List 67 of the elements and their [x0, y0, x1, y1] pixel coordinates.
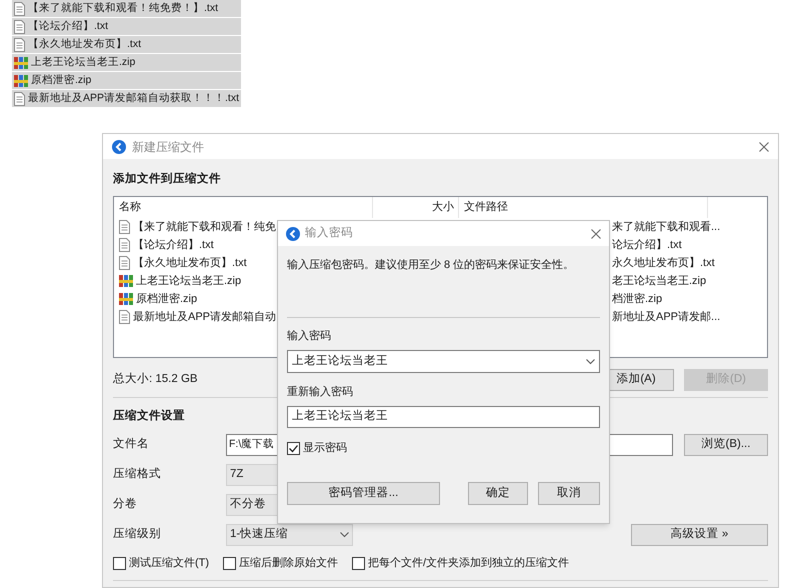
document-icon — [14, 20, 25, 34]
field-label: 重新输入密码 — [287, 384, 354, 400]
total-size: 总大小: 15.2 GB — [113, 372, 199, 388]
column-header[interactable]: 大小 — [372, 197, 458, 218]
document-icon — [119, 238, 130, 252]
file-item[interactable]: 【永久地址发布页】.txt — [12, 36, 242, 53]
checkbox[interactable] — [223, 556, 236, 570]
checkbox[interactable] — [287, 442, 300, 454]
archive-icon — [119, 274, 133, 288]
app-icon — [286, 226, 300, 240]
button[interactable]: 高级设置 » — [631, 524, 768, 546]
field-label: 压缩格式 — [113, 466, 162, 482]
app-icon — [112, 140, 126, 154]
column-header[interactable]: 名称 — [114, 197, 372, 218]
button[interactable]: 密码管理器... — [287, 482, 440, 505]
button[interactable]: 取消 — [538, 482, 600, 505]
file-name: 原档泄密.zip — [136, 292, 198, 307]
field-label: 输入密码 — [287, 328, 332, 344]
close-icon[interactable] — [591, 228, 601, 238]
archive-icon — [119, 292, 133, 306]
file-path: 论坛介绍】.txt — [612, 238, 682, 253]
archive-icon — [14, 56, 28, 70]
file-name: 【来了就能下载和观看！纯免 — [133, 220, 276, 235]
file-item[interactable]: 【论坛介绍】.txt — [12, 18, 242, 35]
checkbox[interactable] — [352, 556, 366, 570]
checkbox-label[interactable]: 显示密码 — [303, 440, 347, 456]
close-icon[interactable] — [759, 142, 769, 152]
file-item[interactable]: 原档泄密.zip — [12, 72, 242, 89]
document-icon — [119, 220, 130, 234]
button[interactable]: 确定 — [468, 482, 528, 505]
document-icon — [119, 310, 130, 324]
section-title: 压缩文件设置 — [113, 408, 185, 424]
file-path: 来了就能下载和观看... — [612, 220, 720, 235]
document-icon — [14, 2, 25, 16]
checkbox[interactable] — [113, 556, 126, 570]
file-path: 老王论坛当老王.zip — [612, 274, 706, 289]
dialog-message: 输入压缩包密码。建议使用至少 8 位的密码来保证安全性。 — [287, 258, 574, 273]
field-label: 分卷 — [113, 496, 138, 512]
password-combo-field[interactable]: 上老王论坛当老王 — [287, 350, 600, 373]
dialog-title: 输入密码 — [305, 225, 354, 241]
window-title: 新建压缩文件 — [132, 138, 205, 156]
section-title: 添加文件到压缩文件 — [113, 171, 222, 187]
field-label: 文件名 — [113, 436, 150, 452]
file-item[interactable]: 最新地址及APP请发邮箱自动获取！！！.txt — [12, 90, 242, 107]
file-path: 新地址及APP请发邮... — [612, 310, 720, 325]
option-label[interactable]: 测试压缩文件(T) — [129, 554, 210, 572]
file-name: 上老王论坛当老王.zip — [136, 274, 242, 289]
button[interactable]: 浏览(B)... — [684, 434, 768, 456]
option-label[interactable]: 压缩后删除原始文件 — [239, 554, 338, 572]
file-path: 永久地址发布页】.txt — [612, 256, 715, 271]
column-header[interactable]: 文件路径 — [458, 197, 708, 218]
dropdown[interactable]: 1-快速压缩 — [226, 524, 353, 546]
file-item[interactable]: 【来了就能下载和观看！纯免费！】.txt — [12, 0, 242, 17]
chevron-down-icon — [586, 358, 595, 364]
document-icon — [14, 38, 25, 52]
field-label: 压缩级别 — [113, 526, 162, 542]
file-item[interactable]: 上老王论坛当老王.zip — [12, 54, 242, 71]
file-path: 档泄密.zip — [612, 292, 662, 307]
document-icon — [119, 256, 130, 270]
file-name: 【论坛介绍】.txt — [133, 238, 214, 253]
file-name: 最新地址及APP请发邮箱自动 — [133, 310, 276, 325]
file-name: 【永久地址发布页】.txt — [133, 256, 247, 271]
option-label[interactable]: 把每个文件/文件夹添加到独立的压缩文件 — [368, 554, 570, 572]
archive-icon — [14, 74, 28, 88]
password-field[interactable]: 上老王论坛当老王 — [287, 406, 600, 428]
document-icon — [14, 92, 25, 106]
chevron-down-icon — [340, 532, 349, 538]
